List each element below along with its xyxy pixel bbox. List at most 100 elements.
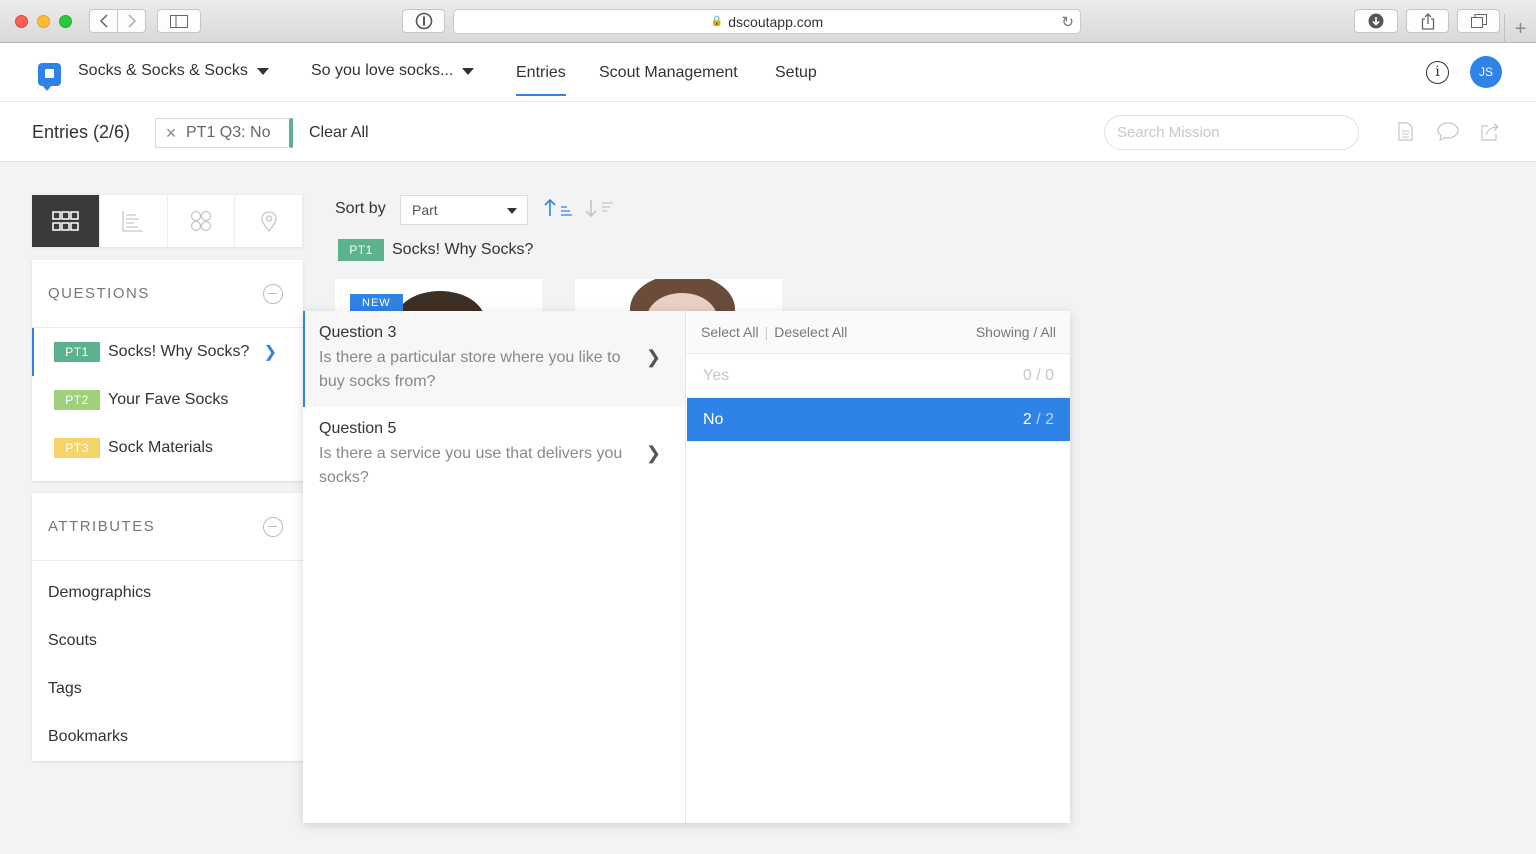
deselect-all-link[interactable]: Deselect All	[774, 324, 847, 340]
questions-heading: QUESTIONS	[48, 285, 150, 302]
reload-icon[interactable]: ↻	[1061, 13, 1074, 31]
answer-option-no[interactable]: No 2 / 2	[687, 398, 1070, 442]
question-description: Is there a particular store where you li…	[319, 349, 621, 390]
part-label: Your Fave Socks	[108, 391, 229, 408]
forward-button[interactable]	[117, 9, 146, 33]
part-label: Socks! Why Socks?	[108, 343, 250, 360]
list-icon	[122, 211, 144, 232]
caret-down-icon	[256, 67, 269, 75]
caret-down-icon	[462, 67, 475, 75]
attributes-heading: ATTRIBUTES	[48, 518, 156, 535]
comment-icon[interactable]	[1437, 122, 1459, 141]
active-filter-chip[interactable]: × PT1 Q3: No	[155, 118, 293, 148]
mission-dropdown[interactable]: So you love socks...	[311, 62, 475, 80]
tab-entries[interactable]: Entries	[516, 64, 566, 96]
question-filter-dropdown: Question 3 Is there a particular store w…	[303, 311, 1070, 823]
question-option-5[interactable]: Question 5 Is there a service you use th…	[303, 407, 685, 503]
questions-panel: QUESTIONS PT1 Socks! Why Socks? ❯ PT2 Yo…	[32, 260, 303, 481]
select-all-link[interactable]: Select All	[701, 324, 759, 340]
zoom-window-button[interactable]	[59, 15, 72, 28]
question-list: Question 3 Is there a particular store w…	[303, 311, 686, 823]
sidebar-item-bookmarks[interactable]: Bookmarks	[32, 713, 303, 761]
close-window-button[interactable]	[15, 15, 28, 28]
mission-name: So you love socks...	[311, 62, 454, 79]
back-button[interactable]	[89, 9, 118, 33]
cluster-view-button[interactable]	[168, 195, 236, 247]
sort-select[interactable]: Part	[400, 195, 528, 225]
share-button[interactable]	[1406, 9, 1449, 33]
grid-icon	[52, 211, 79, 231]
sidebar-icon	[170, 14, 188, 28]
dscout-logo-icon[interactable]	[38, 63, 61, 91]
clear-all-button[interactable]: Clear All	[309, 124, 369, 142]
tab-scout-management[interactable]: Scout Management	[599, 64, 738, 82]
sidebar-item-pt2[interactable]: PT2 Your Fave Socks	[32, 376, 303, 424]
answer-option-yes[interactable]: Yes 0 / 0	[687, 354, 1070, 398]
sort-label: Sort by	[335, 200, 386, 217]
part-section-title: Socks! Why Socks?	[392, 241, 534, 258]
new-tab-button[interactable]: +	[1504, 14, 1536, 44]
answer-label: No	[703, 410, 724, 428]
info-icon[interactable]: i	[1426, 61, 1449, 84]
chevron-left-icon	[99, 14, 108, 28]
filter-chip-label: PT1 Q3: No	[186, 124, 271, 141]
chevron-right-icon: ❯	[645, 443, 661, 463]
part-badge: PT3	[54, 438, 100, 458]
map-pin-icon	[260, 210, 277, 232]
tab-setup[interactable]: Setup	[775, 64, 817, 82]
sidebar-item-demographics[interactable]: Demographics	[32, 569, 303, 617]
minimize-window-button[interactable]	[37, 15, 50, 28]
part-section-header: PT1 Socks! Why Socks?	[338, 239, 533, 261]
export-icon[interactable]	[1480, 122, 1501, 141]
part-badge: PT1	[54, 342, 100, 362]
answer-options: Select All | Deselect All Showing / All …	[687, 311, 1070, 823]
cluster-icon	[190, 210, 212, 232]
lock-icon: 🔒	[710, 16, 724, 27]
answer-count: 0 / 0	[1022, 366, 1054, 384]
privacy-report-button[interactable]	[402, 9, 445, 33]
question-description: Is there a service you use that delivers…	[319, 445, 623, 486]
new-badge: NEW	[350, 294, 403, 312]
answer-count: 2 / 2	[1022, 410, 1054, 428]
tabs-icon	[1470, 14, 1487, 28]
downloads-button[interactable]	[1354, 9, 1398, 33]
sidebar-item-tags[interactable]: Tags	[32, 665, 303, 713]
caret-down-icon	[507, 208, 517, 214]
avatar[interactable]: JS	[1470, 56, 1502, 88]
grid-view-button[interactable]	[32, 195, 100, 247]
address-bar[interactable]: 🔒 dscoutapp.com ↻	[453, 9, 1081, 34]
entries-toolbar: Entries (2/6) × PT1 Q3: No Clear All	[0, 102, 1536, 162]
page-title: Entries (2/6)	[32, 122, 131, 142]
project-dropdown[interactable]: Socks & Socks & Socks	[78, 62, 269, 80]
question-title: Question 3	[319, 324, 397, 341]
collapse-icon[interactable]	[263, 516, 283, 537]
part-badge: PT2	[54, 390, 100, 410]
sidebar-item-pt3[interactable]: PT3 Sock Materials	[32, 424, 303, 472]
part-label: Sock Materials	[108, 439, 213, 456]
question-option-3[interactable]: Question 3 Is there a particular store w…	[303, 311, 685, 407]
sort-ascending-icon[interactable]	[543, 198, 573, 218]
sort-descending-icon[interactable]	[584, 198, 614, 218]
options-header: Select All | Deselect All Showing / All	[687, 311, 1070, 354]
chevron-right-icon: ❯	[263, 344, 277, 361]
collapse-icon[interactable]	[263, 283, 283, 304]
sidebar-toggle-button[interactable]	[157, 9, 201, 33]
divider: |	[764, 324, 769, 340]
sidebar-item-scouts[interactable]: Scouts	[32, 617, 303, 665]
question-title: Question 5	[319, 420, 397, 437]
list-view-button[interactable]	[100, 195, 168, 247]
tabs-overview-button[interactable]	[1457, 9, 1500, 33]
close-icon[interactable]: ×	[156, 123, 186, 144]
document-icon[interactable]	[1398, 122, 1413, 141]
search-input[interactable]	[1104, 115, 1359, 150]
attributes-panel: ATTRIBUTES Demographics Scouts Tags Book…	[32, 493, 303, 761]
view-toggle	[32, 195, 303, 247]
sidebar-item-pt1[interactable]: PT1 Socks! Why Socks? ❯	[32, 328, 303, 376]
chevron-right-icon	[127, 14, 136, 28]
chevron-right-icon: ❯	[645, 347, 661, 367]
map-view-button[interactable]	[235, 195, 303, 247]
share-icon	[1421, 12, 1434, 30]
shield-icon	[415, 12, 432, 30]
showing-label: Showing / All	[975, 324, 1056, 340]
browser-toolbar: 🔒 dscoutapp.com ↻ +	[0, 0, 1536, 44]
